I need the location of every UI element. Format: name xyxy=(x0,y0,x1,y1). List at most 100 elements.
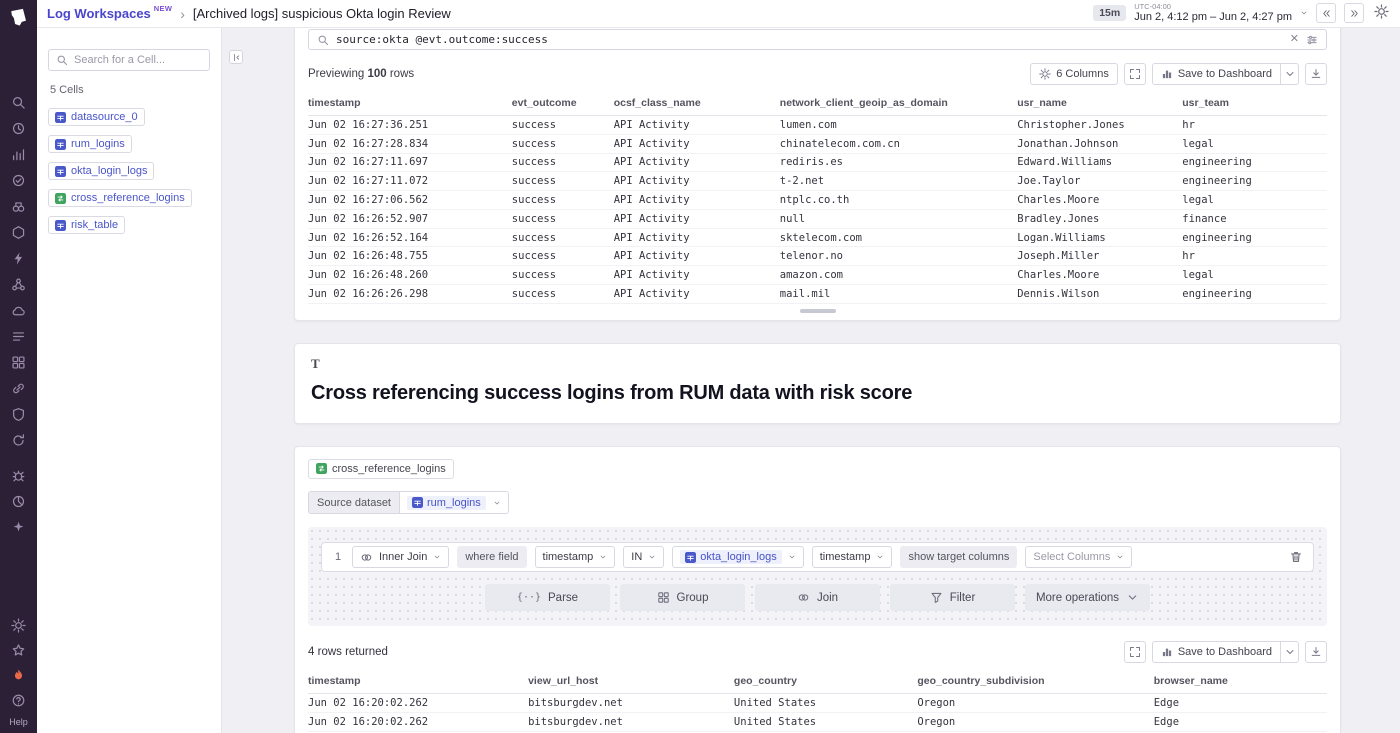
table-cell: Bradley.Jones xyxy=(1017,209,1182,228)
rail-item-search[interactable] xyxy=(11,94,27,110)
time-preset-chip[interactable]: 15m xyxy=(1093,5,1126,21)
columns-button[interactable]: 6 Columns xyxy=(1030,63,1118,85)
table-cell: Edward.Williams xyxy=(1017,153,1182,172)
column-header[interactable]: usr_name xyxy=(1017,93,1182,116)
rail-item-metrics[interactable] xyxy=(11,146,27,162)
breadcrumb-chevron-icon: › xyxy=(180,6,185,22)
horizontal-scrollbar[interactable] xyxy=(800,309,836,313)
rail-item-logs[interactable] xyxy=(11,328,27,344)
breadcrumb-log-workspaces[interactable]: Log Workspaces xyxy=(47,6,151,21)
table-cell: finance xyxy=(1182,209,1327,228)
rail-item-monitors[interactable] xyxy=(11,172,27,188)
table-row[interactable]: Jun 02 16:27:36.251successAPI Activitylu… xyxy=(308,116,1327,135)
collapse-panel-button[interactable] xyxy=(229,50,243,64)
sparkle-icon xyxy=(11,520,26,535)
join-button[interactable]: Join xyxy=(755,584,880,611)
rail-item-settings[interactable] xyxy=(10,617,26,633)
source-dataset-dropdown[interactable]: rum_logins xyxy=(400,492,508,513)
table-cell: Jun 02 16:20:02.262 xyxy=(308,694,528,713)
save-dropdown-caret[interactable] xyxy=(1281,641,1299,663)
more-operations-button[interactable]: More operations xyxy=(1025,584,1150,611)
pie-chart-icon xyxy=(11,494,26,509)
rail-item-security[interactable] xyxy=(11,406,27,422)
column-header[interactable]: network_client_geoip_as_domain xyxy=(780,93,1017,116)
filter-button[interactable]: Filter xyxy=(890,584,1015,611)
transform-cell-tag[interactable]: cross_reference_logins xyxy=(308,459,454,479)
dashboard-bars-icon xyxy=(1161,68,1173,80)
rail-item-cloud-security[interactable] xyxy=(11,302,27,318)
table-cell: API Activity xyxy=(614,134,780,153)
chevron-down-icon[interactable] xyxy=(1300,9,1308,17)
delete-step-icon[interactable] xyxy=(1289,550,1303,564)
rail-item-llm-observability[interactable] xyxy=(11,519,27,535)
time-range-picker[interactable]: UTC-04:00 Jun 2, 4:12 pm – Jun 2, 4:27 p… xyxy=(1134,3,1292,24)
column-header[interactable]: geo_country xyxy=(734,671,917,694)
column-header[interactable]: timestamp xyxy=(308,671,528,694)
rail-item-service-catalog[interactable] xyxy=(11,276,27,292)
table-row[interactable]: Jun 02 16:20:02.262bitsburgdev.netUnited… xyxy=(308,713,1327,732)
rail-item-infrastructure[interactable] xyxy=(11,224,27,240)
column-header[interactable]: view_url_host xyxy=(528,671,734,694)
rail-item-help[interactable] xyxy=(10,692,26,708)
rail-item-integrations[interactable] xyxy=(11,380,27,396)
column-header[interactable]: ocsf_class_name xyxy=(614,93,780,116)
cell-item-okta_login_logs[interactable]: okta_login_logs xyxy=(48,162,154,180)
table-row[interactable]: Jun 02 16:26:48.755successAPI Activityte… xyxy=(308,247,1327,266)
table-row[interactable]: Jun 02 16:20:02.262bitsburgdev.netUnited… xyxy=(308,694,1327,713)
time-forward-button[interactable] xyxy=(1344,3,1364,23)
rail-item-apm[interactable] xyxy=(11,198,27,214)
expand-button[interactable] xyxy=(1124,63,1146,85)
left-field-dropdown[interactable]: timestamp xyxy=(535,546,616,568)
cell-item-datasource_0[interactable]: datasource_0 xyxy=(48,108,145,126)
time-backward-button[interactable] xyxy=(1316,3,1336,23)
save-to-dashboard-button[interactable]: Save to Dashboard xyxy=(1152,641,1281,663)
save-to-dashboard-button[interactable]: Save to Dashboard xyxy=(1152,63,1281,85)
table-row[interactable]: Jun 02 16:26:48.260successAPI Activityam… xyxy=(308,266,1327,285)
download-button[interactable] xyxy=(1305,641,1327,663)
column-header[interactable]: browser_name xyxy=(1154,671,1327,694)
group-button[interactable]: Group xyxy=(620,584,745,611)
table-row[interactable]: Jun 02 16:26:26.298successAPI Activityma… xyxy=(308,285,1327,304)
query-options-sliders-icon[interactable] xyxy=(1306,34,1318,46)
workspace-settings-button[interactable] xyxy=(1372,4,1390,22)
rail-item-synthetics[interactable] xyxy=(11,432,27,448)
column-header[interactable]: geo_country_subdivision xyxy=(917,671,1153,694)
datadog-logo[interactable] xyxy=(8,7,29,28)
table-row[interactable]: Jun 02 16:27:28.834successAPI Activitych… xyxy=(308,134,1327,153)
table-cell: Jun 02 16:26:52.164 xyxy=(308,228,512,247)
rail-item-whats-new[interactable] xyxy=(10,642,26,658)
column-header[interactable]: usr_team xyxy=(1182,93,1327,116)
table-icon xyxy=(55,139,66,150)
column-header[interactable]: evt_outcome xyxy=(512,93,614,116)
column-header[interactable]: timestamp xyxy=(308,93,512,116)
table-row[interactable]: Jun 02 16:27:11.697successAPI Activityre… xyxy=(308,153,1327,172)
rail-item-error-tracking[interactable] xyxy=(11,467,27,483)
table-row[interactable]: Jun 02 16:27:11.072successAPI Activityt-… xyxy=(308,172,1327,191)
table-row[interactable]: Jun 02 16:26:52.907successAPI Activitynu… xyxy=(308,209,1327,228)
select-columns-dropdown[interactable]: Select Columns xyxy=(1025,546,1132,568)
parse-button[interactable]: {··}Parse xyxy=(485,584,610,611)
expand-button[interactable] xyxy=(1124,641,1146,663)
cell-search[interactable] xyxy=(48,49,210,71)
table-row[interactable]: Jun 02 16:27:06.562successAPI Activitynt… xyxy=(308,191,1327,210)
cell-search-input[interactable] xyxy=(74,54,202,66)
right-field-dropdown[interactable]: timestamp xyxy=(812,546,893,568)
rail-item-profiling[interactable] xyxy=(11,493,27,509)
save-dropdown-caret[interactable] xyxy=(1281,63,1299,85)
clear-query-icon[interactable]: ✕ xyxy=(1290,34,1299,45)
table-row[interactable]: Jun 02 16:26:52.164successAPI Activitysk… xyxy=(308,228,1327,247)
rail-item-bits-ai[interactable] xyxy=(10,667,26,683)
rail-item-dashboards[interactable] xyxy=(11,354,27,370)
log-query-bar[interactable]: source:okta @evt.outcome:success ✕ xyxy=(308,29,1327,50)
help-label[interactable]: Help xyxy=(9,717,28,727)
operator-dropdown[interactable]: IN xyxy=(623,546,664,568)
cell-item-rum_logins[interactable]: rum_logins xyxy=(48,135,132,153)
download-button[interactable] xyxy=(1305,63,1327,85)
cell-item-cross_reference_logins[interactable]: cross_reference_logins xyxy=(48,189,192,207)
sync-arrow-icon xyxy=(11,433,26,448)
rail-item-actions[interactable] xyxy=(11,250,27,266)
join-dataset-dropdown[interactable]: okta_login_logs xyxy=(672,546,803,568)
rail-item-watchdog[interactable] xyxy=(11,120,27,136)
join-type-dropdown[interactable]: Inner Join xyxy=(352,546,449,568)
cell-item-risk_table[interactable]: risk_table xyxy=(48,216,125,234)
